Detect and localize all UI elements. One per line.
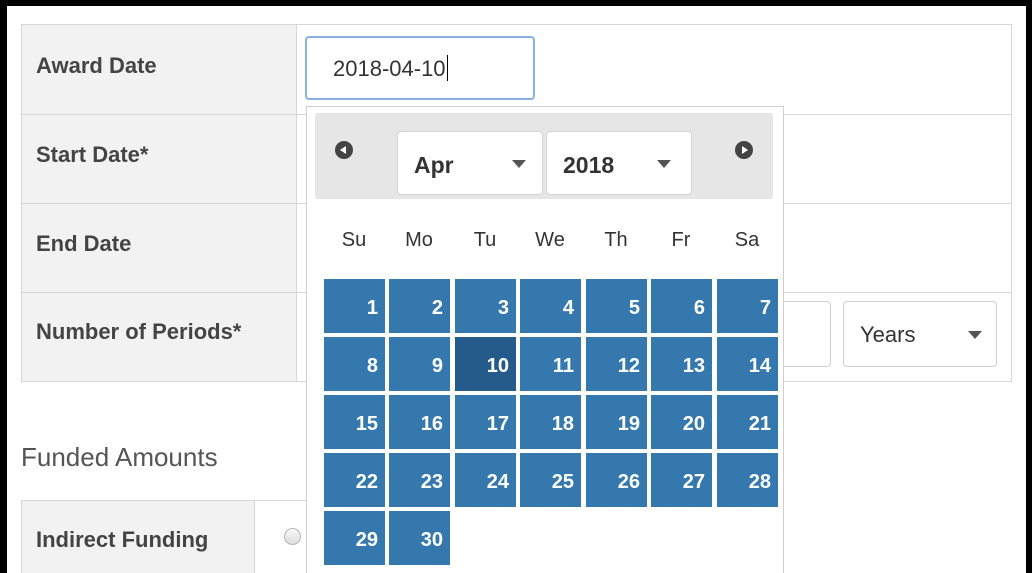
app-canvas: Award Date Start Date* End Date Number o… xyxy=(7,6,1026,573)
calendar-day[interactable]: 22 xyxy=(324,453,385,507)
calendar-day[interactable]: 16 xyxy=(389,395,450,449)
weekday-label: Th xyxy=(604,229,628,251)
datepicker-header: Apr 2018 xyxy=(315,113,773,199)
calendar-day[interactable]: 24 xyxy=(455,453,516,507)
prev-month-icon[interactable] xyxy=(335,141,353,159)
next-month-icon[interactable] xyxy=(735,141,753,159)
weekday-label: Sa xyxy=(734,229,760,251)
calendar-day[interactable]: 25 xyxy=(520,453,581,507)
calendar-day[interactable]: 21 xyxy=(717,395,778,449)
chevron-down-icon xyxy=(512,160,526,168)
calendar-day[interactable]: 2 xyxy=(389,279,450,333)
calendar-day[interactable]: 15 xyxy=(324,395,385,449)
start-date-label: Start Date* xyxy=(36,142,149,167)
calendar-day[interactable]: 23 xyxy=(389,453,450,507)
calendar-day[interactable]: 3 xyxy=(455,279,516,333)
month-select-value: Apr xyxy=(414,152,454,178)
calendar-day[interactable]: 7 xyxy=(717,279,778,333)
period-unit-select[interactable]: Years xyxy=(843,301,997,367)
chevron-down-icon xyxy=(657,160,671,168)
datepicker-popup: Apr 2018 Su Mo Tu We Th Fr Sa 1 2 3 4 5 6 7 8 9 10 11 12 1… xyxy=(306,106,784,573)
calendar-day[interactable]: 6 xyxy=(651,279,712,333)
award-date-input[interactable]: 2018-04-10 xyxy=(305,36,535,100)
calendar-day[interactable]: 17 xyxy=(455,395,516,449)
calendar-day[interactable]: 19 xyxy=(586,395,647,449)
funded-amounts-heading: Funded Amounts xyxy=(21,442,218,472)
calendar-day[interactable]: 5 xyxy=(586,279,647,333)
month-select[interactable]: Apr xyxy=(397,131,543,195)
calendar-day[interactable]: 29 xyxy=(324,511,385,565)
calendar-day[interactable]: 11 xyxy=(520,337,581,391)
indirect-funding-label-cell: Indirect Funding xyxy=(22,501,255,573)
calendar-day[interactable]: 26 xyxy=(586,453,647,507)
weekday-label: Tu xyxy=(473,229,497,251)
calendar-day[interactable]: 14 xyxy=(717,337,778,391)
number-of-periods-input[interactable] xyxy=(777,301,831,367)
weekday-label: Fr xyxy=(671,229,691,251)
year-select[interactable]: 2018 xyxy=(546,131,692,195)
calendar-day[interactable]: 9 xyxy=(389,337,450,391)
period-unit-value: Years xyxy=(860,322,916,347)
indirect-funding-label: Indirect Funding xyxy=(36,527,209,552)
calendar-day[interactable]: 18 xyxy=(520,395,581,449)
chevron-down-icon xyxy=(968,331,982,339)
calendar-day[interactable]: 20 xyxy=(651,395,712,449)
calendar-day[interactable]: 30 xyxy=(389,511,450,565)
calendar-day[interactable]: 13 xyxy=(651,337,712,391)
calendar-day[interactable]: 28 xyxy=(717,453,778,507)
calendar-day[interactable]: 12 xyxy=(586,337,647,391)
end-date-label: End Date xyxy=(36,231,132,256)
calendar-day-selected[interactable]: 10 xyxy=(455,337,516,391)
calendar-day[interactable]: 8 xyxy=(324,337,385,391)
indirect-funding-radio[interactable] xyxy=(284,528,301,545)
number-of-periods-label: Number of Periods* xyxy=(36,319,242,344)
indirect-funding-row: Indirect Funding xyxy=(21,500,323,573)
weekday-label: We xyxy=(535,229,565,251)
calendar-day[interactable]: 4 xyxy=(520,279,581,333)
award-date-value: 2018-04-10 xyxy=(333,56,446,81)
award-date-label: Award Date xyxy=(36,53,157,78)
text-caret xyxy=(446,55,448,81)
year-select-value: 2018 xyxy=(563,152,615,178)
calendar-day[interactable]: 1 xyxy=(324,279,385,333)
weekday-label: Su xyxy=(341,229,367,251)
calendar-day[interactable]: 27 xyxy=(651,453,712,507)
weekday-label: Mo xyxy=(405,229,433,251)
